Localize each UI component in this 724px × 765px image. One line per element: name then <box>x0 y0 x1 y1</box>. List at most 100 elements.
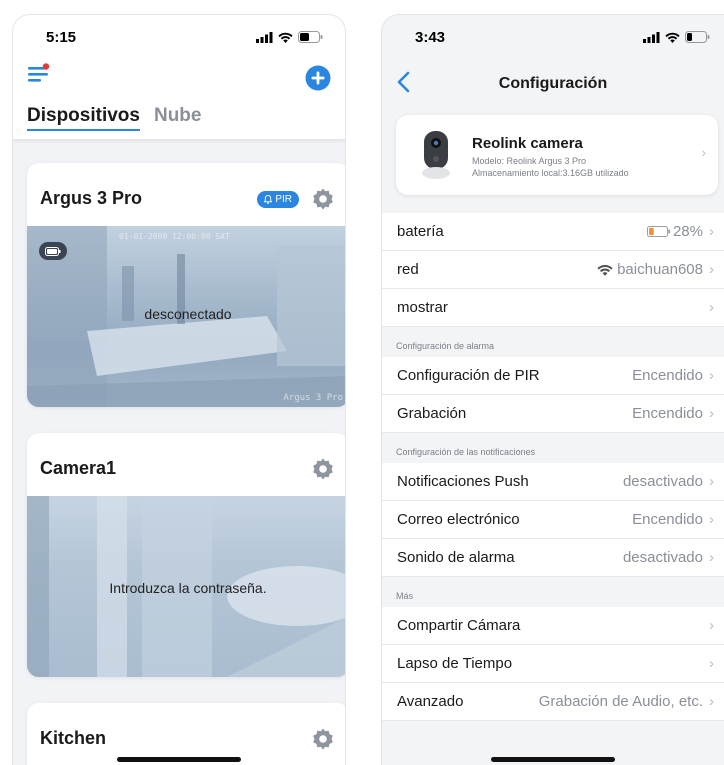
chevron-right-icon: › <box>709 223 714 240</box>
row-push[interactable]: Notificaciones Push desactivado › <box>382 463 724 501</box>
chevron-right-icon: › <box>709 473 714 490</box>
status-time: 3:43 <box>415 28 446 46</box>
wifi-icon <box>597 264 613 276</box>
camera-name: Reolink camera <box>472 135 583 152</box>
row-label: mostrar <box>397 299 448 316</box>
device-card-argus[interactable]: Argus 3 Pro PIR 01-01-2000 12:00:00 SAT … <box>27 163 345 407</box>
tab-bar: Dispositivos Nube <box>27 105 201 131</box>
chevron-right-icon: › <box>709 299 714 316</box>
tab-dispositivos[interactable]: Dispositivos <box>27 105 140 131</box>
home-indicator <box>491 757 615 762</box>
camera-preview[interactable]: Introduzca la contraseña. <box>27 496 345 677</box>
devices-screen: 5:15 Dispositivos Nube Argus 3 Pro PIR 0… <box>12 14 346 765</box>
row-bateria[interactable]: batería 28% › <box>382 213 724 251</box>
row-label: Lapso de Tiempo <box>397 655 513 672</box>
battery-chip-icon <box>39 242 67 260</box>
chevron-right-icon: › <box>709 617 714 634</box>
preview-timestamp: 01-01-2000 12:00:00 SAT <box>119 232 230 241</box>
status-bar: 3:43 <box>382 15 724 59</box>
camera-model: Modelo: Reolink Argus 3 Pro <box>472 156 587 166</box>
preview-watermark: Argus 3 Pro <box>283 393 343 403</box>
row-value: › <box>703 655 714 672</box>
gear-icon[interactable] <box>311 727 335 751</box>
row-label: batería <box>397 223 444 240</box>
pir-badge-label: PIR <box>275 194 292 205</box>
page-title: Configuración <box>498 75 608 92</box>
row-red[interactable]: red baichuan608 › <box>382 251 724 289</box>
row-label: Notificaciones Push <box>397 473 529 490</box>
chevron-right-icon: › <box>701 145 706 160</box>
row-time-lapse[interactable]: Lapso de Tiempo › <box>382 645 724 683</box>
device-name: Kitchen <box>40 728 107 748</box>
device-card-kitchen[interactable]: Kitchen <box>27 703 345 765</box>
camera-device-icon <box>422 131 450 179</box>
row-value-text: desactivado <box>622 549 703 566</box>
chevron-right-icon: › <box>709 367 714 384</box>
menu-icon[interactable] <box>28 63 50 83</box>
row-label: Grabación <box>397 405 467 422</box>
row-value: baichuan608 › <box>597 261 714 278</box>
tab-nube[interactable]: Nube <box>154 105 202 131</box>
camera-preview[interactable]: 01-01-2000 12:00:00 SAT desconectado Arg… <box>27 226 345 407</box>
section-header-more: Más <box>382 577 724 607</box>
preview-status: desconectado <box>144 306 232 322</box>
camera-storage: Almacenamiento local:3.16GB utilizado <box>472 168 629 178</box>
row-value: desactivado › <box>623 473 714 490</box>
status-bar: 5:15 <box>13 15 345 59</box>
back-chevron-icon[interactable] <box>396 71 412 93</box>
row-grabacion[interactable]: Grabación Encendido › <box>382 395 724 433</box>
row-config-pir[interactable]: Configuración de PIR Encendido › <box>382 357 724 395</box>
row-share-camera[interactable]: Compartir Cámara › <box>382 607 724 645</box>
section-header-alarm: Configuración de alarma <box>382 327 724 357</box>
status-icons <box>643 31 710 43</box>
row-value: › <box>703 299 714 316</box>
status-icons <box>256 31 323 43</box>
status-time: 5:15 <box>46 28 77 46</box>
add-device-icon[interactable] <box>305 65 331 91</box>
signal-icon <box>643 31 660 43</box>
wifi-icon <box>278 32 293 43</box>
battery-status-icon <box>298 31 323 43</box>
row-value: › <box>703 617 714 634</box>
device-name: Argus 3 Pro <box>40 188 143 208</box>
row-value-text: Encendido <box>632 367 703 384</box>
row-value: Grabación de Audio, etc. › <box>539 693 714 710</box>
network-name: baichuan608 <box>617 261 703 278</box>
wifi-icon <box>665 32 680 43</box>
devices-header: 5:15 Dispositivos Nube <box>13 15 345 139</box>
signal-icon <box>256 31 273 43</box>
row-label: Sonido de alarma <box>397 549 515 566</box>
pir-badge[interactable]: PIR <box>257 191 299 208</box>
row-value-text: Encendido <box>632 511 703 528</box>
nav-bar: Configuración <box>382 59 724 109</box>
chevron-right-icon: › <box>709 549 714 566</box>
row-value-text: Grabación de Audio, etc. <box>538 693 703 710</box>
gear-icon[interactable] <box>311 457 335 481</box>
device-name: Camera1 <box>40 458 117 478</box>
chevron-right-icon: › <box>709 511 714 528</box>
row-value: desactivado › <box>623 549 714 566</box>
row-value: Encendido › <box>632 511 714 528</box>
device-card-camera1[interactable]: Camera1 Introduzca la contraseña. <box>27 433 345 677</box>
row-advanced[interactable]: Avanzado Grabación de Audio, etc. › <box>382 683 724 721</box>
chevron-right-icon: › <box>709 655 714 672</box>
settings-screen: 3:43 Configuración Reolink camera Modelo… <box>381 14 724 765</box>
settings-group-main: batería 28% › red baichuan608 › mostrar <box>382 213 724 721</box>
row-mostrar[interactable]: mostrar › <box>382 289 724 327</box>
battery-level-icon <box>646 226 671 237</box>
row-label: Avanzado <box>397 693 464 710</box>
row-value-text: Encendido <box>632 405 703 422</box>
row-email[interactable]: Correo electrónico Encendido › <box>382 501 724 539</box>
row-label: Compartir Cámara <box>397 617 521 634</box>
camera-info-card[interactable]: Reolink camera Modelo: Reolink Argus 3 P… <box>396 115 718 195</box>
row-value: Encendido › <box>632 405 714 422</box>
gear-icon[interactable] <box>311 187 335 211</box>
battery-status-icon <box>685 31 710 43</box>
chevron-right-icon: › <box>709 261 714 278</box>
row-value: 28% › <box>646 223 714 240</box>
chevron-right-icon: › <box>709 405 714 422</box>
row-alarm-sound[interactable]: Sonido de alarma desactivado › <box>382 539 724 577</box>
row-label: Configuración de PIR <box>397 367 540 384</box>
home-indicator <box>117 757 241 762</box>
row-value: Encendido › <box>632 367 714 384</box>
